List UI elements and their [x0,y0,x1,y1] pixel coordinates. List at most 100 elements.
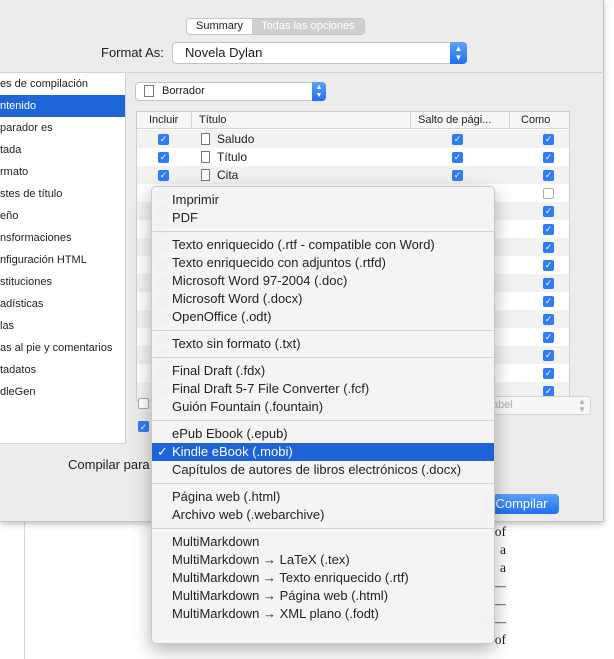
menu-item-label: Texto sin formato (.txt) [172,336,301,351]
menu-item[interactable]: Archivo web (.webarchive) [152,506,494,524]
stepper-arrows-icon: ▲ ▼ [450,42,467,64]
document-line-end: of [494,524,506,539]
as-is-checkbox[interactable]: ✓ [543,134,554,145]
sidebar-item[interactable]: stes de título [0,183,125,205]
menu-item[interactable]: ePub Ebook (.epub) [152,425,494,443]
menu-item-label: Texto enriquecido (.rtf - compatible con… [172,237,435,252]
sidebar-item[interactable]: nfiguración HTML [0,249,125,271]
column-title[interactable]: Título [199,112,227,128]
menu-item-label: Guión Fountain (.fountain) [172,399,324,414]
menu-item-label: ePub Ebook (.epub) [172,426,288,441]
menu-separator [152,231,494,232]
menu-item-label: Capítulos de autores de libros electróni… [172,462,462,477]
menu-item[interactable]: Texto sin formato (.txt) [152,335,494,353]
sidebar-item[interactable]: las [0,315,125,337]
sidebar-item[interactable]: ntenido [0,95,125,117]
as-is-checkbox[interactable]: ✓ [543,260,554,271]
document-icon [201,169,210,181]
menu-item[interactable]: Final Draft 5-7 File Converter (.fcf) [152,380,494,398]
menu-item-label: MultiMarkdown → LaTeX (.tex) [172,552,350,567]
filter-select[interactable]: Borrador ▲ ▼ [135,82,326,101]
menu-item[interactable]: OpenOffice (.odt) [152,308,494,326]
menu-item-label: Kindle eBook (.mobi) [172,444,293,459]
table-row[interactable]: ✓ Saludo ✓ ✓ [137,130,569,148]
filter-select-value: Borrador [162,85,205,97]
column-page-break[interactable]: Salto de pági... [418,112,491,128]
page-break-checkbox[interactable]: ✓ [452,170,463,181]
menu-separator [152,357,494,358]
menu-item[interactable]: MultiMarkdown → XML plano (.fodt) [152,605,494,623]
page-break-checkbox[interactable]: ✓ [452,152,463,163]
menu-item[interactable]: Texto enriquecido (.rtf - compatible con… [152,236,494,254]
as-is-checkbox[interactable]: ✓ [543,242,554,253]
compile-button[interactable]: Compilar [484,494,559,514]
as-is-checkbox[interactable]: ✓ [543,296,554,307]
as-is-checkbox[interactable] [543,188,554,199]
menu-item[interactable]: Imprimir [152,191,494,209]
table-row[interactable]: ✓ Título ✓ ✓ [137,148,569,166]
option-checkbox[interactable] [138,398,149,409]
include-checkbox[interactable]: ✓ [158,170,169,181]
option-checkbox-checked[interactable]: ✓ [138,421,149,432]
as-is-checkbox[interactable]: ✓ [543,170,554,181]
stepper-arrows-icon: ▲ ▼ [578,397,586,414]
sidebar-item[interactable]: tadatos [0,359,125,381]
menu-item-label: MultiMarkdown → Página web (.html) [172,588,389,603]
menu-item[interactable]: Página web (.html) [152,488,494,506]
document-line-end: of [494,632,506,647]
sidebar-item[interactable]: tada [0,139,125,161]
row-title: Saludo [217,132,255,146]
sidebar-item[interactable]: adísticas [0,293,125,315]
as-is-checkbox[interactable]: ✓ [543,224,554,235]
sidebar-item[interactable]: rmato [0,161,125,183]
menu-item-label: MultiMarkdown → Texto enriquecido (.rtf) [172,570,409,585]
document-icon [144,85,154,97]
menu-item[interactable]: Microsoft Word 97-2004 (.doc) [152,272,494,290]
sidebar-item[interactable]: dleGen [0,381,125,403]
sidebar-item[interactable]: stituciones [0,271,125,293]
menu-item[interactable]: MultiMarkdown [152,533,494,551]
as-is-checkbox[interactable]: ✓ [543,332,554,343]
menu-item[interactable]: ✓ Kindle eBook (.mobi) [152,443,494,461]
sidebar-item[interactable]: eño [0,205,125,227]
tab-summary[interactable]: Summary [187,19,253,34]
menu-item[interactable]: MultiMarkdown → LaTeX (.tex) [152,551,494,569]
menu-item-label: OpenOffice (.odt) [172,309,272,324]
label-select[interactable]: abel ▲ ▼ [491,396,591,415]
mode-segmented-control[interactable]: Summary Todas las opciones [186,18,365,35]
menu-item-label: Microsoft Word (.docx) [172,291,303,306]
menu-item[interactable]: PDF [152,209,494,227]
format-select[interactable]: Novela Dylan ▲ ▼ [172,42,467,64]
as-is-checkbox[interactable]: ✓ [543,314,554,325]
page-break-checkbox[interactable]: ✓ [452,134,463,145]
sidebar-item[interactable]: es de compilación [0,73,125,95]
menu-item-label: Final Draft (.fdx) [172,363,266,378]
menu-item[interactable]: MultiMarkdown → Texto enriquecido (.rtf) [152,569,494,587]
menu-item[interactable]: Final Draft (.fdx) [152,362,494,380]
page-margin-line [24,520,25,659]
menu-item-label: MultiMarkdown [172,534,260,549]
as-is-checkbox[interactable]: ✓ [543,368,554,379]
menu-separator [152,483,494,484]
menu-item[interactable]: Guión Fountain (.fountain) [152,398,494,416]
menu-item-label: MultiMarkdown → XML plano (.fodt) [172,606,379,621]
menu-item[interactable]: Texto enriquecido con adjuntos (.rtfd) [152,254,494,272]
table-row[interactable]: ✓ Cita ✓ ✓ [137,166,569,184]
menu-item[interactable]: MultiMarkdown → Página web (.html) [152,587,494,605]
format-select-value: Novela Dylan [185,45,263,60]
document-icon [201,133,210,145]
as-is-checkbox[interactable]: ✓ [543,152,554,163]
menu-item[interactable]: Capítulos de autores de libros electróni… [152,461,494,479]
as-is-checkbox[interactable]: ✓ [543,278,554,289]
column-include[interactable]: Incluir [149,112,178,128]
sidebar-item[interactable]: nsformaciones [0,227,125,249]
as-is-checkbox[interactable]: ✓ [543,350,554,361]
tab-all-options[interactable]: Todas las opciones [252,19,364,34]
include-checkbox[interactable]: ✓ [158,134,169,145]
include-checkbox[interactable]: ✓ [158,152,169,163]
menu-item[interactable]: Microsoft Word (.docx) [152,290,494,308]
sidebar-item[interactable]: as al pie y comentarios [0,337,125,359]
format-label: Format As: [101,45,164,60]
as-is-checkbox[interactable]: ✓ [543,206,554,217]
sidebar-item[interactable]: parador es [0,117,125,139]
